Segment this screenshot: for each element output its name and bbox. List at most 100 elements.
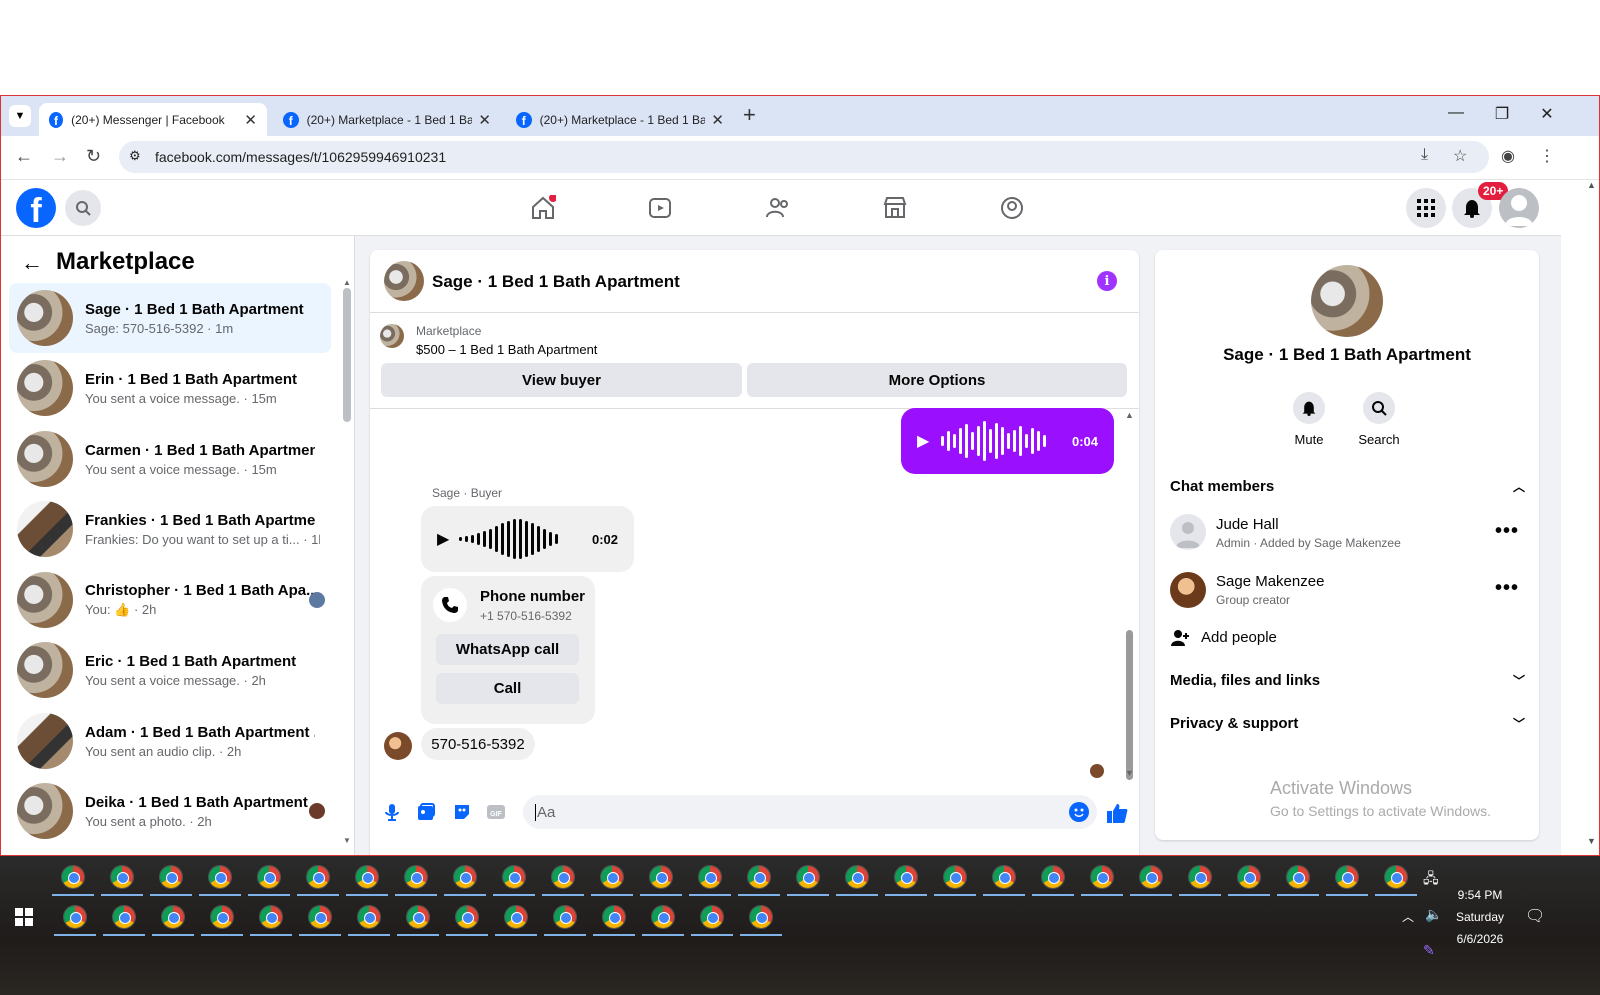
outgoing-voice-message[interactable]: ▶ 0:04 — [901, 408, 1114, 474]
more-options-button[interactable]: More Options — [747, 363, 1127, 397]
taskbar-app-icon[interactable] — [1238, 866, 1260, 888]
clock-date[interactable]: 6/6/2026 — [1450, 932, 1510, 946]
new-tab-icon[interactable]: + — [743, 102, 756, 128]
more-options-icon[interactable]: ••• — [1495, 577, 1519, 600]
call-button[interactable]: Call — [436, 673, 579, 704]
scroll-down-arrow-icon[interactable]: ▼ — [1125, 768, 1134, 778]
conversation-item[interactable]: Eric · 1 Bed 1 Bath Apartment You sent a … — [9, 635, 331, 705]
emoji-icon[interactable] — [1069, 802, 1089, 822]
tab-search-chevron-icon[interactable]: ▼ — [9, 105, 31, 127]
taskbar-app-icon[interactable] — [895, 866, 917, 888]
close-tab-icon[interactable]: ✕ — [244, 111, 257, 129]
taskbar-app-icon[interactable] — [111, 866, 133, 888]
friends-icon[interactable] — [764, 194, 792, 222]
reload-icon[interactable]: ↻ — [86, 146, 101, 167]
minimize-icon[interactable]: — — [1441, 104, 1471, 122]
chat-title[interactable]: Sage · 1 Bed 1 Bath Apartment — [432, 272, 680, 292]
sticker-icon[interactable] — [452, 802, 472, 822]
taskbar-app-icon[interactable] — [650, 866, 672, 888]
tab-marketplace-1[interactable]: f (20+) Marketplace - 1 Bed 1 Bath ✕ — [273, 103, 501, 136]
browser-menu-icon[interactable]: ⋮ — [1539, 146, 1555, 166]
menu-grid-icon[interactable] — [1406, 188, 1446, 228]
microphone-icon[interactable] — [382, 802, 402, 822]
member-avatar[interactable] — [1170, 514, 1206, 550]
install-app-icon[interactable]: ⤓ — [1421, 146, 1428, 164]
conversation-item[interactable]: Christopher · 1 Bed 1 Bath Apa... You: 👍 … — [9, 565, 331, 635]
taskbar-app-icon[interactable] — [405, 866, 427, 888]
member-item[interactable]: Jude Hall Admin · Added by Sage Makenzee — [1216, 516, 1401, 550]
scroll-up-arrow-icon[interactable]: ▲ — [1125, 410, 1134, 420]
search-icon[interactable] — [1363, 392, 1395, 424]
chat-members-section[interactable]: Chat members ︿ — [1170, 478, 1525, 495]
message-input[interactable]: Aa — [523, 795, 1097, 829]
taskbar-app-icon[interactable] — [113, 906, 135, 928]
taskbar-app-icon[interactable] — [601, 866, 623, 888]
taskbar-app-icon[interactable] — [1140, 866, 1162, 888]
back-icon[interactable]: ← — [15, 146, 33, 167]
taskbar-app-icon[interactable] — [211, 906, 233, 928]
phone-number-message[interactable]: 570-516-5392 — [421, 728, 535, 760]
taskbar-app-icon[interactable] — [505, 906, 527, 928]
incoming-voice-message[interactable]: ▶ 0:02 — [421, 506, 634, 572]
member-avatar[interactable] — [1170, 572, 1206, 608]
like-thumb-icon[interactable] — [1106, 802, 1128, 823]
taskbar-app-icon[interactable] — [64, 906, 86, 928]
url-field[interactable]: ⚙ facebook.com/messages/t/10629599469102… — [119, 141, 1489, 173]
taskbar-app-icon[interactable] — [944, 866, 966, 888]
tab-messenger[interactable]: f (20+) Messenger | Facebook ✕ — [39, 103, 267, 136]
taskbar-app-icon[interactable] — [1336, 866, 1358, 888]
tab-marketplace-2[interactable]: f (20+) Marketplace - 1 Bed 1 Bath ✕ — [506, 103, 734, 136]
conversation-item[interactable]: Sage · 1 Bed 1 Bath Apartment Sage: 570-5… — [9, 283, 331, 353]
listing-title[interactable]: $500 – 1 Bed 1 Bath Apartment — [416, 342, 597, 357]
video-icon[interactable] — [646, 194, 674, 222]
taskbar-app-icon[interactable] — [503, 866, 525, 888]
taskbar-app-icon[interactable] — [699, 866, 721, 888]
scroll-up-arrow-icon[interactable]: ▲ — [1587, 180, 1596, 190]
view-buyer-button[interactable]: View buyer — [381, 363, 742, 397]
conversation-item[interactable]: Erin · 1 Bed 1 Bath Apartment You sent a … — [9, 353, 331, 423]
home-icon[interactable] — [529, 194, 557, 222]
search-icon[interactable] — [65, 190, 101, 226]
account-avatar[interactable] — [1499, 188, 1539, 228]
conversation-item[interactable]: Frankies · 1 Bed 1 Bath Apartme... Franki… — [9, 494, 331, 564]
add-people-button[interactable]: Add people — [1201, 629, 1277, 646]
scroll-up-arrow-icon[interactable]: ▲ — [343, 278, 351, 287]
info-icon[interactable]: i — [1097, 271, 1117, 291]
chat-avatar[interactable] — [384, 261, 424, 301]
taskbar-app-icon[interactable] — [1042, 866, 1064, 888]
notification-center-icon[interactable]: 🗨 — [1525, 906, 1545, 926]
taskbar-app-icon[interactable] — [701, 906, 723, 928]
taskbar-app-icon[interactable] — [554, 906, 576, 928]
taskbar-app-icon[interactable] — [846, 866, 868, 888]
taskbar-app-icon[interactable] — [160, 866, 182, 888]
mute-label[interactable]: Mute — [1279, 432, 1339, 447]
windows-start-icon[interactable] — [15, 908, 33, 931]
profile-avatar[interactable] — [1311, 265, 1383, 337]
site-info-icon[interactable]: ⚙ — [129, 148, 141, 164]
clock-day[interactable]: Saturday — [1450, 910, 1510, 924]
conversation-item[interactable]: Adam · 1 Bed 1 Bath Apartment ... You sen… — [9, 706, 331, 776]
mute-bell-icon[interactable] — [1293, 392, 1325, 424]
play-icon[interactable]: ▶ — [437, 529, 449, 549]
play-icon[interactable]: ▶ — [917, 431, 929, 451]
bookmark-star-icon[interactable]: ☆ — [1453, 146, 1467, 166]
taskbar-app-icon[interactable] — [309, 906, 331, 928]
profile-icon[interactable]: ◉ — [1501, 146, 1515, 166]
clock-time[interactable]: 9:54 PM — [1450, 888, 1510, 902]
close-tab-icon[interactable]: ✕ — [711, 111, 724, 129]
restore-icon[interactable]: ❐ — [1487, 104, 1517, 124]
conversation-item[interactable]: Deika · 1 Bed 1 Bath Apartment You sent a… — [9, 776, 331, 846]
taskbar-app-icon[interactable] — [750, 906, 772, 928]
taskbar-app-icon[interactable] — [456, 906, 478, 928]
pen-icon[interactable]: ✎ — [1423, 942, 1435, 959]
media-files-section[interactable]: Media, files and links ﹀ — [1170, 672, 1525, 689]
taskbar-app-icon[interactable] — [1091, 866, 1113, 888]
close-window-icon[interactable]: ✕ — [1532, 104, 1562, 124]
privacy-support-section[interactable]: Privacy & support ﹀ — [1170, 715, 1525, 732]
taskbar-app-icon[interactable] — [358, 906, 380, 928]
sender-avatar[interactable] — [384, 732, 412, 760]
photo-icon[interactable] — [416, 802, 436, 822]
taskbar-app-icon[interactable] — [748, 866, 770, 888]
marketplace-icon[interactable] — [881, 194, 909, 222]
taskbar-app-icon[interactable] — [552, 866, 574, 888]
